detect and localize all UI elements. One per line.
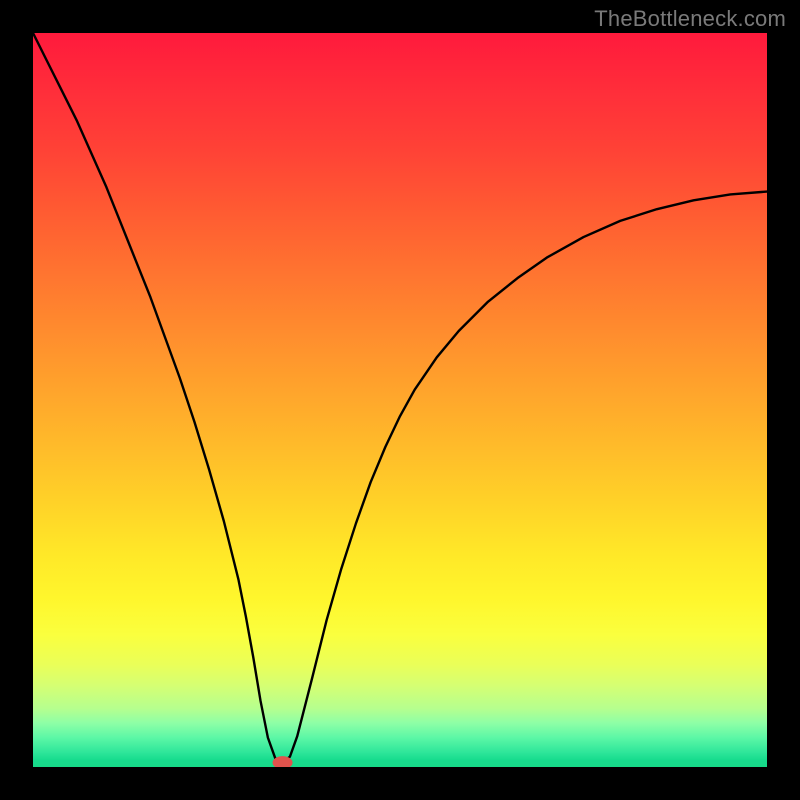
watermark-text: TheBottleneck.com bbox=[594, 6, 786, 32]
plot-area bbox=[33, 33, 767, 767]
bottleneck-curve bbox=[33, 33, 767, 763]
chart-frame: TheBottleneck.com bbox=[0, 0, 800, 800]
chart-svg bbox=[33, 33, 767, 767]
